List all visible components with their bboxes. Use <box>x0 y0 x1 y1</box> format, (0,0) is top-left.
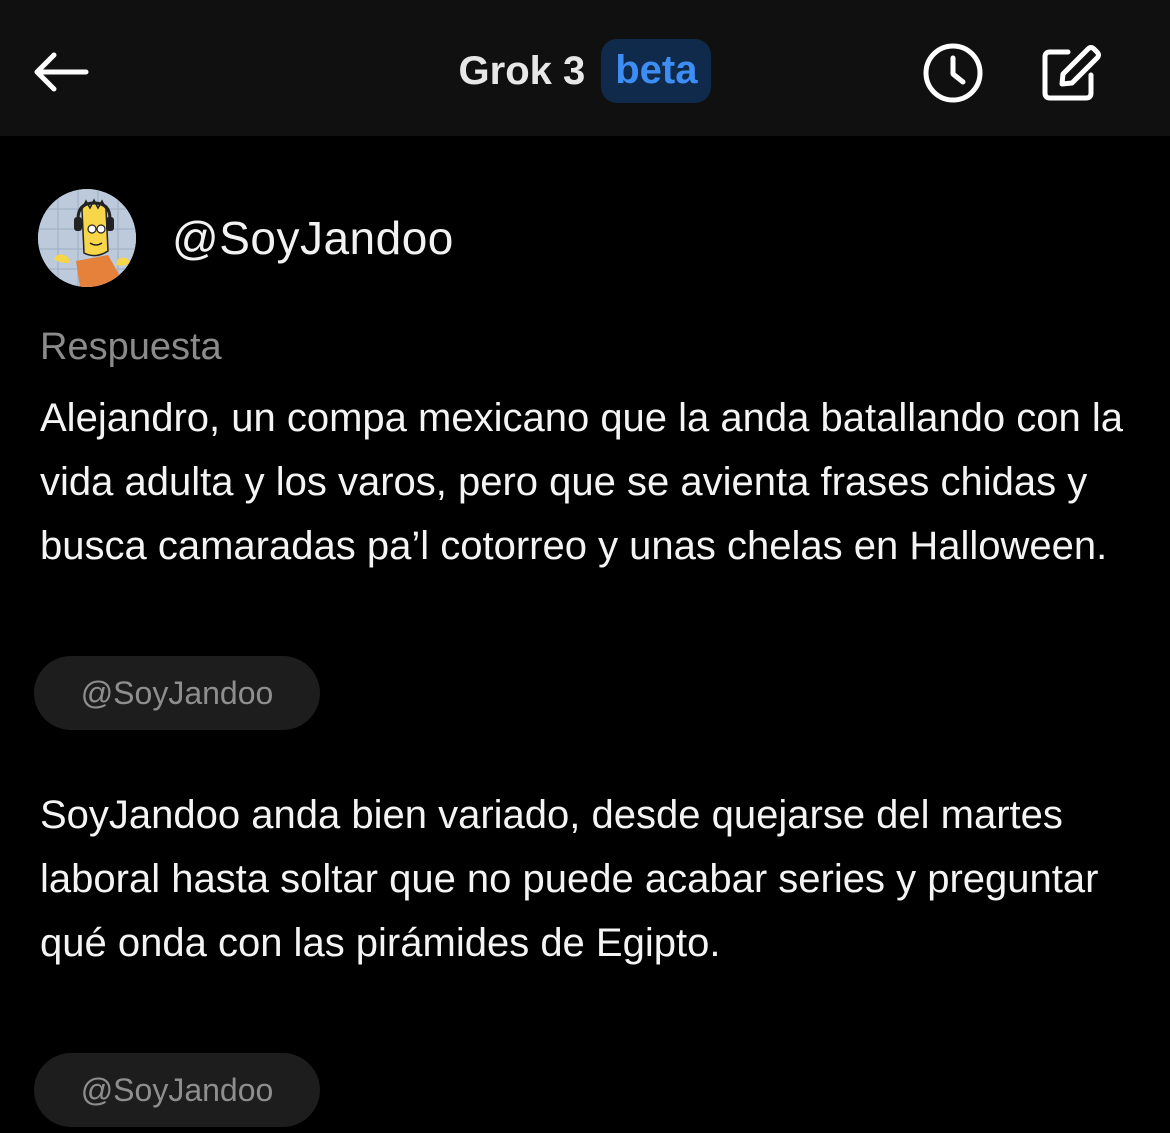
page-title: Grok 3 <box>458 48 586 93</box>
clock-icon <box>923 43 983 103</box>
profile-handle: @SoyJandoo <box>172 212 454 264</box>
source-chip[interactable]: @SoyJandoo <box>34 1053 320 1127</box>
response-paragraph: Alejandro, un compa mexicano que la anda… <box>40 396 1123 568</box>
history-button[interactable] <box>920 40 986 106</box>
response-paragraph: SoyJandoo anda bien variado, desde queja… <box>40 793 1099 965</box>
avatar[interactable] <box>38 189 136 287</box>
new-chat-button[interactable] <box>1036 40 1104 106</box>
source-chip[interactable]: @SoyJandoo <box>34 656 320 730</box>
beta-badge: beta <box>601 39 712 103</box>
title-group: Grok 3 beta <box>0 38 1170 104</box>
response-label: Respuesta <box>40 326 222 368</box>
profile-header: @SoyJandoo <box>38 189 454 287</box>
top-bar: Grok 3 beta <box>0 0 1170 136</box>
edit-icon <box>1042 45 1101 101</box>
